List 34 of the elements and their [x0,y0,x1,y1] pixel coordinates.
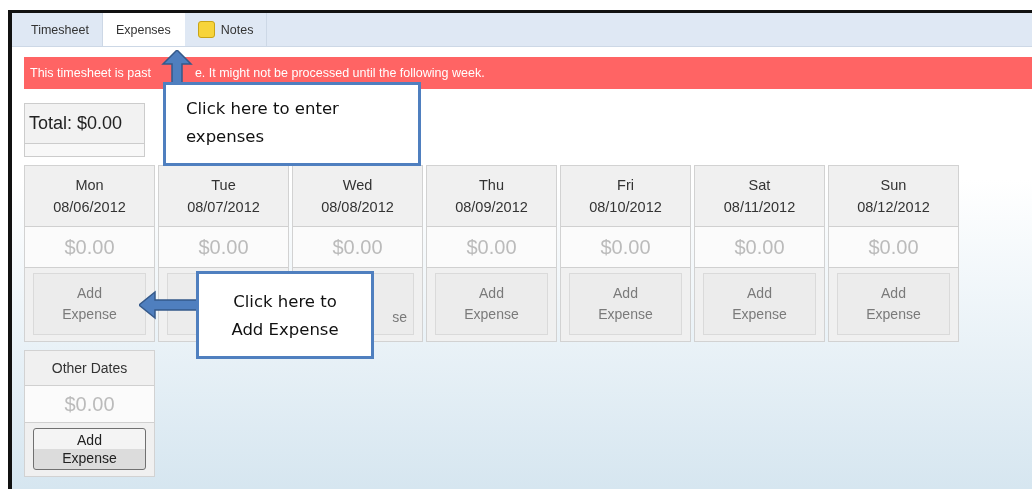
day-date: 08/06/2012 [53,198,126,217]
day-date: 08/12/2012 [857,198,930,217]
note-icon [197,21,215,38]
left-arrow-icon [139,290,199,320]
day-date: 08/09/2012 [455,198,528,217]
day-name: Fri [617,176,634,195]
other-dates-label: Other Dates [51,359,128,378]
banner-text: e. It might not be processed until the following week. [194,66,485,80]
tab[interactable]: Notes [184,13,268,46]
day-date: 08/10/2012 [589,198,662,217]
amount-field: $0.00 [293,227,422,268]
amount-field: $0.00 [25,386,154,423]
day-date: 08/11/2012 [723,198,796,217]
up-arrow-icon [161,50,193,84]
amount-field: $0.00 [561,227,690,268]
amount-field: $0.00 [25,227,154,268]
day-name: Sun [880,176,907,195]
day-name: Wed [342,176,373,195]
day-date: 08/07/2012 [187,198,260,217]
day-name: Mon [75,176,104,195]
day-date: 08/08/2012 [321,198,394,217]
amount-field: $0.00 [695,227,824,268]
add-expense-button[interactable]: Add Expense [33,428,146,470]
day-name: Thu [479,176,504,195]
amount-field: $0.00 [159,227,288,268]
amount-field: $0.00 [427,227,556,268]
hint-tooltip: Click here to Add Expense [196,271,374,359]
banner-text: This timesheet is past [30,66,151,80]
tab[interactable]: Timesheet [18,13,103,46]
hint-tooltip: Click here to enter expenses [163,82,421,166]
amount-field: $0.00 [829,227,958,268]
day-name: Tue [211,176,236,195]
tab[interactable]: Expenses [102,13,185,46]
day-name: Sat [748,176,771,195]
